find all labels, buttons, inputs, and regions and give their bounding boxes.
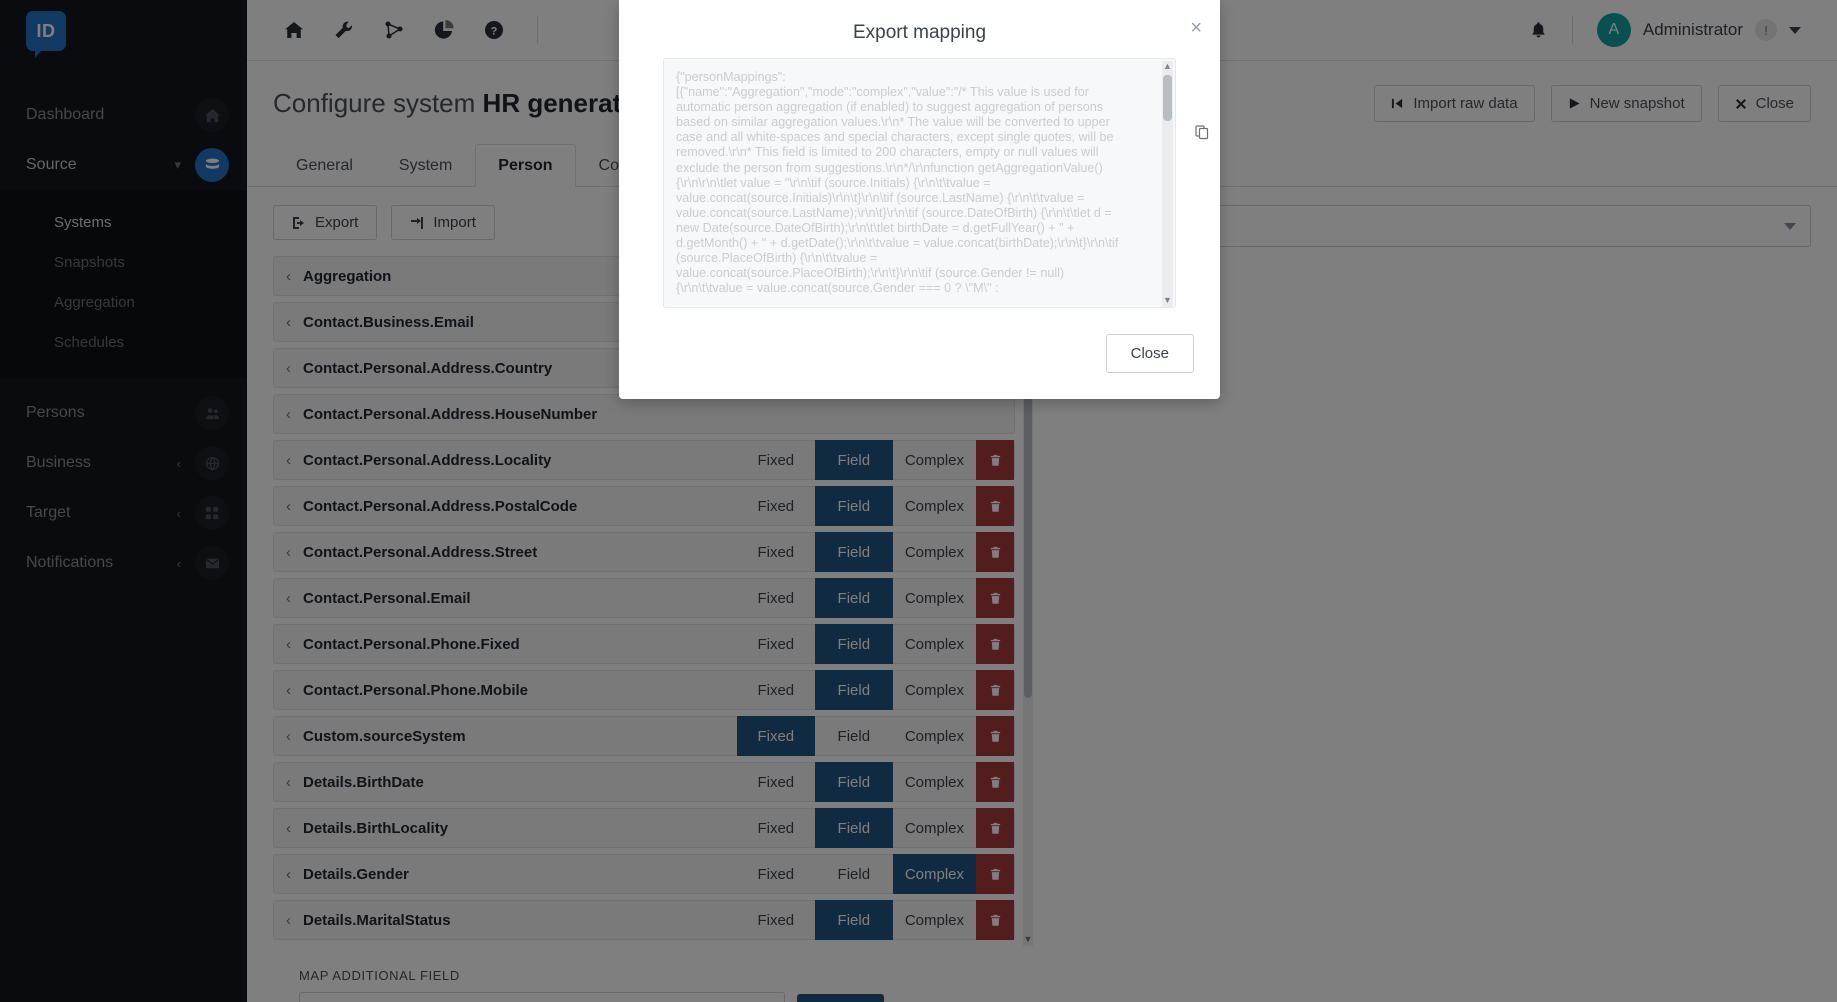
modal-header: Export mapping × xyxy=(619,0,1220,58)
copy-icon[interactable] xyxy=(1190,120,1214,144)
scroll-down-arrow[interactable]: ▼ xyxy=(1162,295,1173,305)
close-icon[interactable]: × xyxy=(1190,18,1202,38)
scroll-up-arrow[interactable]: ▲ xyxy=(1162,61,1173,71)
app-root: ID Dashboard Source ▾ Systems Snapshots xyxy=(0,0,1837,1002)
modal-footer: Close xyxy=(619,316,1220,399)
export-mapping-modal: Export mapping × {"personMappings": [{"n… xyxy=(619,0,1220,399)
modal-body: {"personMappings": [{"name":"Aggregation… xyxy=(619,58,1220,316)
export-textarea-wrapper: {"personMappings": [{"name":"Aggregation… xyxy=(663,58,1176,308)
export-textarea[interactable]: {"personMappings": [{"name":"Aggregation… xyxy=(664,59,1134,307)
modal-close-button[interactable]: Close xyxy=(1105,334,1194,373)
textarea-scrollbar-thumb[interactable] xyxy=(1163,75,1172,121)
modal-title: Export mapping xyxy=(852,22,987,43)
